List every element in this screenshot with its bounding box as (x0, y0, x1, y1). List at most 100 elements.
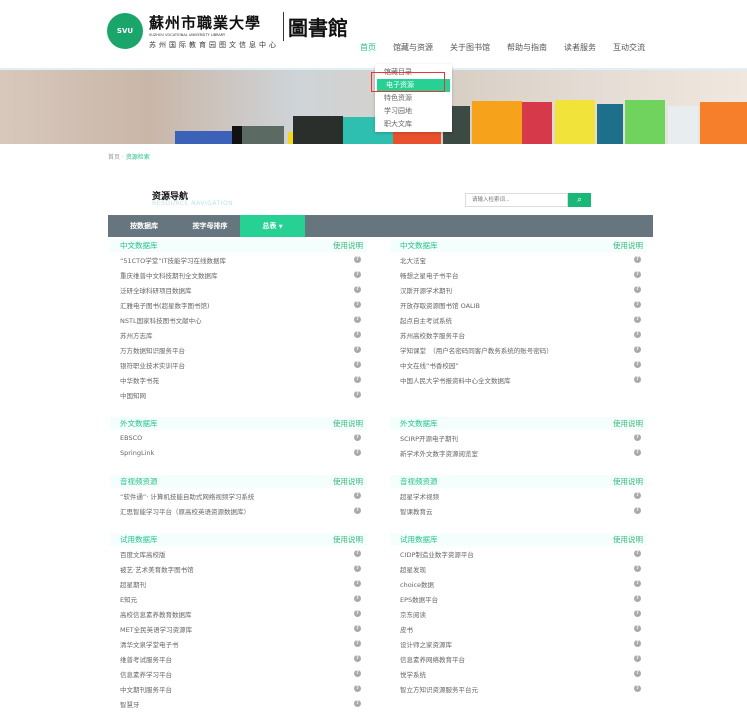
database-link[interactable]: 智慧牙 (120, 699, 140, 709)
database-link[interactable]: 被艺·艺术美育数字图书馆 (120, 564, 194, 574)
database-link[interactable]: 银符职业技术实训平台 (120, 360, 185, 370)
list-item[interactable]: 重庆维普中文科技期刊全文数据库? (110, 267, 367, 282)
help-icon[interactable]: ? (634, 507, 641, 514)
list-item[interactable]: 汉斯开源学术期刊? (390, 282, 647, 297)
list-item[interactable]: 万方数据知识服务平台? (110, 342, 367, 357)
database-link[interactable]: 汉斯开源学术期刊 (400, 285, 452, 295)
nav-item[interactable]: 帮助与指南 (507, 42, 547, 53)
database-link[interactable]: CIDP制造业数字资源平台 (400, 549, 474, 559)
search-button[interactable]: ⌕ (568, 193, 591, 207)
help-icon[interactable]: ? (354, 391, 361, 398)
help-icon[interactable]: ? (354, 640, 361, 647)
database-link[interactable]: 信息素养学习平台 (120, 669, 172, 679)
help-icon[interactable]: ? (634, 286, 641, 293)
database-link[interactable]: NSTL国家科技图书文献中心 (120, 315, 202, 325)
list-item[interactable]: 北大法宝? (390, 252, 647, 267)
list-item[interactable]: 汇思智能学习平台（原高校英语资源数据库）? (110, 503, 367, 518)
list-item[interactable]: 信息素养网络教育平台? (390, 651, 647, 666)
help-icon[interactable]: ? (634, 301, 641, 308)
database-link[interactable]: “51CTO学堂”IT技能学习在线数据库 (120, 255, 226, 265)
list-item[interactable]: EPS数据平台? (390, 591, 647, 606)
help-icon[interactable]: ? (634, 595, 641, 602)
search-input[interactable] (465, 193, 568, 207)
help-icon[interactable]: ? (354, 655, 361, 662)
list-item[interactable]: 泛研全球科研项目数据库? (110, 282, 367, 297)
list-item[interactable]: 智慧牙? (110, 696, 367, 711)
list-item[interactable]: 被艺·艺术美育数字图书馆? (110, 561, 367, 576)
database-link[interactable]: 新学术外文数字资源阅览室 (400, 448, 478, 458)
list-item[interactable]: NSTL国家科技图书文献中心? (110, 312, 367, 327)
list-item[interactable]: SpringLink? (110, 445, 367, 460)
database-link[interactable]: 维普考试服务平台 (120, 654, 172, 664)
help-icon[interactable]: ? (634, 376, 641, 383)
list-item[interactable]: 中文期刊服务平台? (110, 681, 367, 696)
list-item[interactable]: CIDP制造业数字资源平台? (390, 546, 647, 561)
help-icon[interactable]: ? (634, 565, 641, 572)
list-item[interactable]: 中国人民大学书报资料中心全文数据库? (390, 372, 647, 387)
database-link[interactable]: 畅想之星电子书平台 (400, 270, 459, 280)
tab-by-database[interactable]: 按数据库 (108, 215, 180, 237)
list-item[interactable]: 信息素养学习平台? (110, 666, 367, 681)
database-link[interactable]: 智立方知识资源服务平台元 (400, 684, 478, 694)
nav-item[interactable]: 馆藏与资源 (393, 42, 433, 53)
list-item[interactable]: MET全民英语学习资源库? (110, 621, 367, 636)
tab-by-alphabet[interactable]: 按字母排序 (180, 215, 240, 237)
help-icon[interactable]: ? (354, 361, 361, 368)
help-icon[interactable]: ? (354, 580, 361, 587)
database-link[interactable]: 皮书 (400, 624, 413, 634)
list-item[interactable]: 苏州方志库? (110, 327, 367, 342)
database-link[interactable]: 清华文泉学堂电子书 (120, 639, 179, 649)
list-item[interactable]: 中文在线“书香校园”? (390, 357, 647, 372)
help-icon[interactable]: ? (634, 331, 641, 338)
list-item[interactable]: E知元? (110, 591, 367, 606)
database-link[interactable]: 汇雅电子图书(超星数字图书馆) (120, 300, 210, 310)
database-link[interactable]: choice数据 (400, 579, 434, 589)
database-link[interactable]: 超星期刊 (120, 579, 146, 589)
help-icon[interactable]: ? (354, 271, 361, 278)
list-item[interactable]: 学知课堂 （用户名密码同客户教务系统的账号密码）? (390, 342, 647, 357)
database-link[interactable]: E知元 (120, 594, 137, 604)
help-link[interactable]: 使用说明 (333, 533, 363, 546)
help-icon[interactable]: ? (634, 316, 641, 323)
help-icon[interactable]: ? (354, 625, 361, 632)
help-icon[interactable]: ? (354, 434, 361, 441)
list-item[interactable]: 超星学术视频? (390, 488, 647, 503)
help-icon[interactable]: ? (634, 449, 641, 456)
database-link[interactable]: 苏州高校数字服务平台 (400, 330, 465, 340)
nav-item[interactable]: 互动交流 (613, 42, 645, 53)
help-icon[interactable]: ? (634, 256, 641, 263)
list-item[interactable]: 新学术外文数字资源阅览室? (390, 445, 647, 460)
database-link[interactable]: 中国知网 (120, 390, 146, 400)
database-link[interactable]: 超星发现 (400, 564, 426, 574)
help-icon[interactable]: ? (634, 655, 641, 662)
database-link[interactable]: 学知课堂 （用户名密码同客户教务系统的账号密码） (400, 345, 553, 355)
list-item[interactable]: 银符职业技术实训平台? (110, 357, 367, 372)
list-item[interactable]: 维普考试服务平台? (110, 651, 367, 666)
list-item[interactable]: “软件通”· 计算机技能自助式网络视频学习系统? (110, 488, 367, 503)
library-logo[interactable]: SVU 蘇州市職業大學 SUZHOU VOCATIONAL UNIVERSITY… (107, 12, 348, 50)
help-icon[interactable]: ? (634, 434, 641, 441)
list-item[interactable]: SCIRP开源电子期刊? (390, 430, 647, 445)
help-link[interactable]: 使用说明 (613, 417, 643, 430)
database-link[interactable]: SpringLink (120, 449, 154, 457)
database-link[interactable]: 中国人民大学书报资料中心全文数据库 (400, 375, 511, 385)
help-icon[interactable]: ? (354, 346, 361, 353)
list-item[interactable]: 百度文库高校版? (110, 546, 367, 561)
database-link[interactable]: EBSCO (120, 434, 142, 442)
help-icon[interactable]: ? (354, 670, 361, 677)
database-link[interactable]: SCIRP开源电子期刊 (400, 433, 458, 443)
help-icon[interactable]: ? (354, 449, 361, 456)
database-link[interactable]: 智课教育云 (400, 506, 433, 516)
database-link[interactable]: EPS数据平台 (400, 594, 438, 604)
list-item[interactable]: 中国知网? (110, 387, 367, 402)
nav-item[interactable]: 关于图书馆 (450, 42, 490, 53)
help-icon[interactable]: ? (634, 625, 641, 632)
help-icon[interactable]: ? (354, 685, 361, 692)
help-icon[interactable]: ? (634, 271, 641, 278)
list-item[interactable]: choice数据? (390, 576, 647, 591)
list-item[interactable]: 苏州高校数字服务平台? (390, 327, 647, 342)
nav-item[interactable]: 首页 (360, 42, 376, 53)
database-link[interactable]: 北大法宝 (400, 255, 426, 265)
help-icon[interactable]: ? (354, 595, 361, 602)
help-link[interactable]: 使用说明 (333, 417, 363, 430)
